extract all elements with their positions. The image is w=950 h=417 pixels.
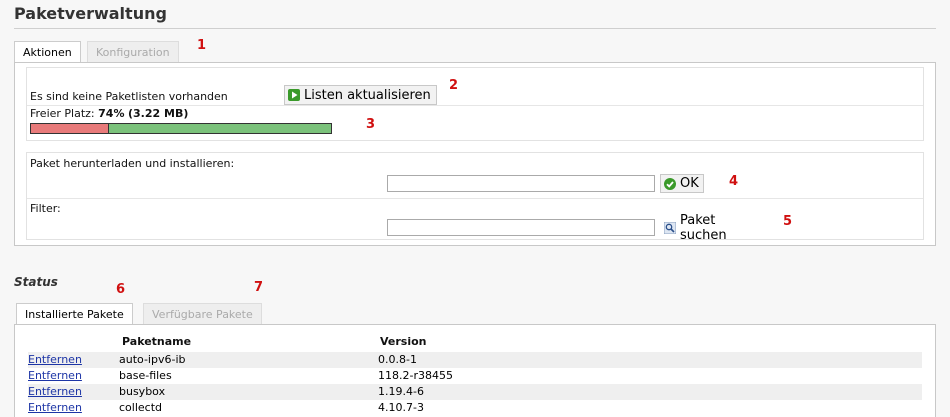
package-version: 0.0.8-1	[378, 353, 417, 366]
table-row: Entfernen busybox 1.19.4-6	[28, 384, 922, 400]
marker-2: 2	[449, 78, 459, 93]
no-lists-text: Es sind keine Paketlisten vorhanden	[30, 90, 228, 103]
update-lists-label: Listen aktualisieren	[304, 87, 431, 103]
table-row: Entfernen base-files 118.2-r38455	[28, 368, 922, 384]
download-url-input[interactable]	[387, 175, 655, 192]
free-space-value: 74%	[98, 107, 125, 120]
marker-7: 7	[254, 280, 264, 295]
column-header-name: Paketname	[122, 335, 192, 348]
remove-link[interactable]: Entfernen	[28, 385, 82, 398]
remove-link[interactable]: Entfernen	[28, 353, 82, 366]
magnifier-icon	[664, 221, 676, 234]
row-divider	[27, 198, 923, 199]
package-version: 4.10.7-3	[378, 401, 424, 414]
tab-konfiguration[interactable]: Konfiguration	[87, 41, 179, 63]
table-row: Entfernen auto-ipv6-ib 0.0.8-1	[28, 352, 922, 368]
marker-1: 1	[197, 38, 207, 53]
package-name: auto-ipv6-ib	[119, 353, 186, 366]
table-row: Entfernen collectd 4.10.7-3	[28, 400, 922, 416]
check-circle-icon	[664, 177, 676, 190]
free-space-bar	[30, 123, 332, 134]
status-heading: Status	[14, 275, 58, 289]
tab-available-packages[interactable]: Verfügbare Pakete	[143, 303, 262, 325]
column-header-version: Version	[380, 335, 427, 348]
update-lists-button[interactable]: Listen aktualisieren	[284, 85, 437, 105]
tab-installed-packages[interactable]: Installierte Pakete	[16, 303, 133, 325]
marker-5: 5	[783, 214, 793, 229]
search-package-button[interactable]: Paket suchen	[660, 213, 770, 243]
remove-link[interactable]: Entfernen	[28, 401, 82, 414]
filter-input[interactable]	[387, 219, 655, 236]
ok-button[interactable]: OK	[660, 174, 704, 193]
free-space-detail: (3.22 MB)	[128, 107, 189, 120]
remove-link[interactable]: Entfernen	[28, 369, 82, 382]
free-space-bar-free	[109, 124, 331, 133]
title-divider	[14, 28, 936, 29]
tab-aktionen[interactable]: Aktionen	[14, 41, 81, 63]
play-arrow-icon	[288, 89, 300, 101]
package-name: busybox	[119, 385, 166, 398]
filter-label: Filter:	[30, 202, 61, 215]
free-space-line: Freier Platz: 74% (3.22 MB)	[30, 107, 188, 120]
package-version: 118.2-r38455	[378, 369, 453, 382]
free-space-bar-used	[31, 124, 109, 133]
package-name: base-files	[119, 369, 172, 382]
package-version: 1.19.4-6	[378, 385, 424, 398]
row-divider	[27, 105, 923, 106]
page-title: Paketverwaltung	[14, 4, 167, 23]
download-label: Paket herunterladen und installieren:	[30, 157, 235, 170]
marker-3: 3	[366, 117, 376, 132]
search-package-label: Paket suchen	[680, 212, 727, 243]
free-space-label: Freier Platz:	[30, 107, 95, 120]
package-name: collectd	[119, 401, 163, 414]
marker-4: 4	[729, 174, 739, 189]
ok-label: OK	[680, 176, 699, 191]
marker-6: 6	[116, 282, 126, 297]
